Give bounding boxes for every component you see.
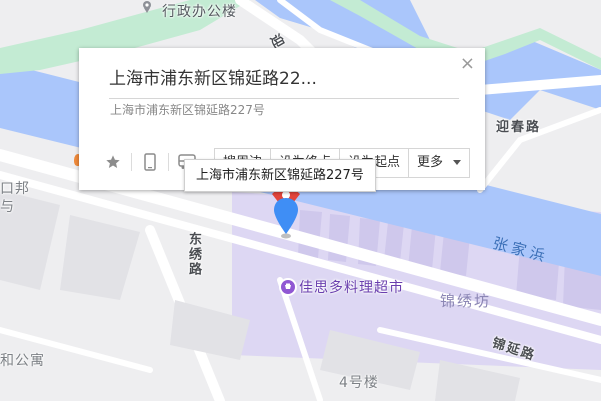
close-icon[interactable]: × <box>460 54 475 74</box>
caret-down-icon <box>453 160 462 165</box>
poi-supermarket[interactable]: 佳思多料理超市 <box>281 277 404 297</box>
star-icon[interactable] <box>99 149 127 175</box>
label-supermarket: 佳思多料理超市 <box>299 280 404 296</box>
label-admin-building: 行政办公楼 <box>162 4 237 20</box>
label-yingchun-road: 迎春路 <box>496 120 542 135</box>
info-window-address: 上海市浦东新区锦延路227号 <box>110 103 265 117</box>
toolbar-divider <box>131 153 132 171</box>
label-apartment: 和公寓 <box>0 353 45 369</box>
toolbar-divider <box>168 153 169 171</box>
label-jinxiufang: 锦绣坊 <box>440 292 492 310</box>
info-window-title: 上海市浦东新区锦延路22... <box>109 64 459 99</box>
phone-icon[interactable] <box>136 149 164 175</box>
label-dongxiu-road: 东绣路 <box>186 232 201 277</box>
marker-tooltip: 上海市浦东新区锦延路227号 <box>184 159 376 192</box>
label-building-4: 4号楼 <box>339 375 379 391</box>
location-pin-icon[interactable] <box>272 196 300 240</box>
label-left-bang: 口邦 <box>0 181 30 197</box>
admin-pin-icon <box>140 0 154 14</box>
more-button[interactable]: 更多 <box>409 149 469 177</box>
more-button-label: 更多 <box>417 155 444 170</box>
shopping-poi-icon <box>281 280 295 294</box>
label-left-fragment: 与 <box>0 199 15 215</box>
map-canvas[interactable]: 行政办公楼 迎 迎春路 张家浜 锦绣坊 锦延路 东绣路 4号楼 和公寓 口邦 与… <box>0 0 601 401</box>
